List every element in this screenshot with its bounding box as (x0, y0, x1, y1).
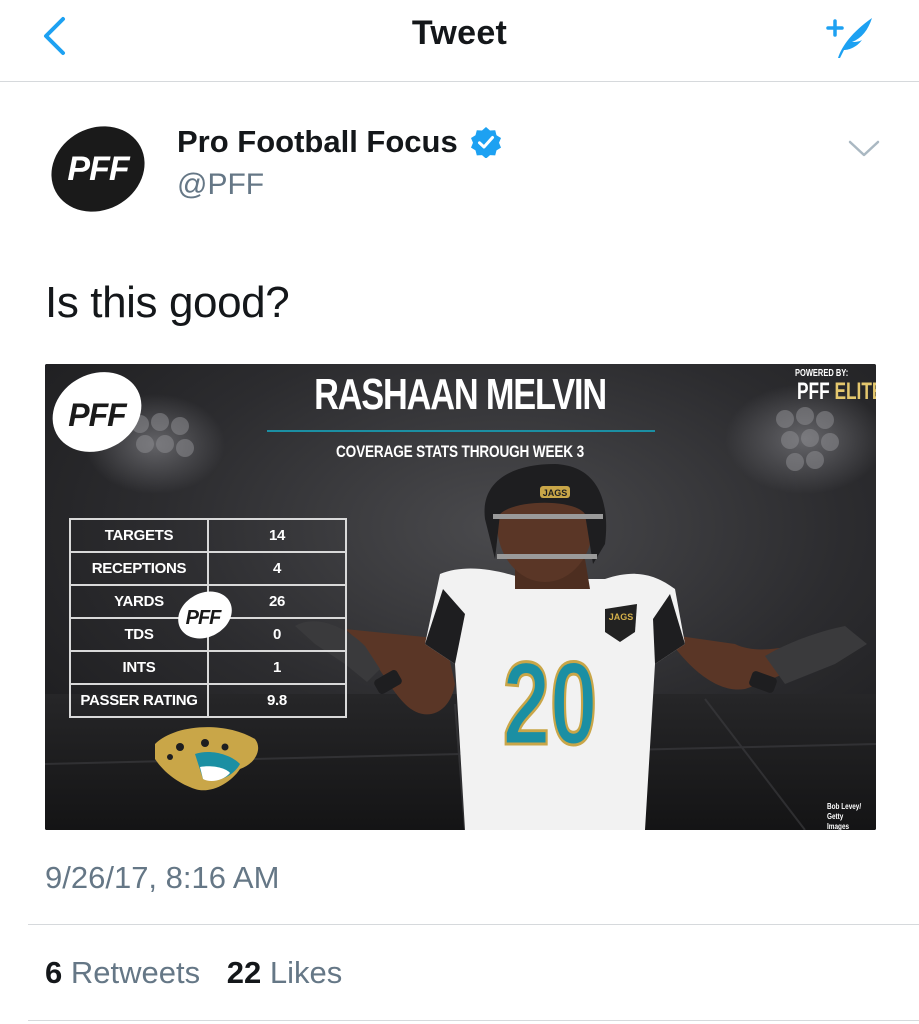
stat-value: 1 (207, 650, 347, 685)
author-name-row: Pro Football Focus (177, 124, 502, 160)
divider (28, 1020, 919, 1021)
retweets-count: 6 (45, 955, 63, 990)
likes-label: Likes (269, 955, 343, 990)
pff-elite-brand-elite: ELITE (834, 378, 876, 405)
chevron-down-icon (848, 140, 880, 157)
divider (28, 924, 919, 925)
stat-value: 9.8 (207, 683, 347, 718)
stat-value: 4 (207, 551, 347, 586)
photo-credit-line1: Bob Levey/ (827, 802, 862, 811)
stats-row: RECEPTIONS 4 (69, 551, 347, 586)
pff-logo-graphic: PFF (68, 397, 129, 433)
media-subtitle: COVERAGE STATS THROUGH WEEK 3 (336, 442, 584, 461)
pff-watermark-text: PFF (186, 607, 223, 629)
stats-row: INTS 1 (69, 650, 347, 685)
pff-logo-text: PFF (68, 397, 128, 433)
jersey-patch-text: JAGS (609, 612, 634, 622)
engagement-stats: 6 Retweets 22 Likes (45, 955, 342, 991)
retweets-stat[interactable]: 6 Retweets (45, 955, 200, 990)
retweets-label: Retweets (70, 955, 201, 990)
photo-credit-line2: Getty Images (827, 812, 850, 830)
verified-badge-icon (470, 127, 501, 158)
stat-label: TARGETS (69, 518, 209, 553)
tweet-timestamp: 9/26/17, 8:16 AM (45, 860, 280, 895)
stat-label: PASSER RATING (69, 683, 209, 718)
stat-label: RECEPTIONS (69, 551, 209, 586)
stat-label: INTS (69, 650, 209, 685)
compose-tweet-button[interactable] (818, 8, 880, 64)
tweet-text: Is this good? (45, 278, 290, 327)
likes-stat[interactable]: 22 Likes (227, 955, 342, 990)
stats-row: PASSER RATING 9.8 (69, 683, 347, 718)
compose-tweet-icon (826, 18, 872, 58)
author-handle[interactable]: @PFF (177, 168, 264, 202)
pff-elite-brand: PFF ELITE (797, 378, 876, 406)
media-title: RASHAAN MELVIN (314, 370, 607, 419)
stat-value: 14 (207, 518, 347, 553)
likes-count: 22 (226, 955, 262, 990)
jersey-number: 20 (503, 637, 597, 769)
pff-elite-brand-pff: PFF (797, 378, 830, 405)
page-title: Tweet (411, 14, 508, 52)
pff-watermark-logo: PFF (178, 591, 232, 639)
author-name[interactable]: Pro Football Focus (177, 124, 458, 160)
title-underline (267, 430, 655, 432)
avatar[interactable]: PFF (45, 116, 151, 222)
stats-row: TARGETS 14 (69, 518, 347, 553)
avatar-logo-text: PFF (67, 150, 130, 188)
tweet-media[interactable]: 20 JAGS JAGS PFF POWERED BY: PFF ELIT RA… (45, 364, 876, 830)
photo-credit: Bob Levey/ Getty Images (827, 802, 866, 830)
nav-bar: Tweet (0, 0, 919, 82)
tweet-options-button[interactable] (846, 134, 882, 164)
helmet-text: JAGS (543, 488, 568, 498)
